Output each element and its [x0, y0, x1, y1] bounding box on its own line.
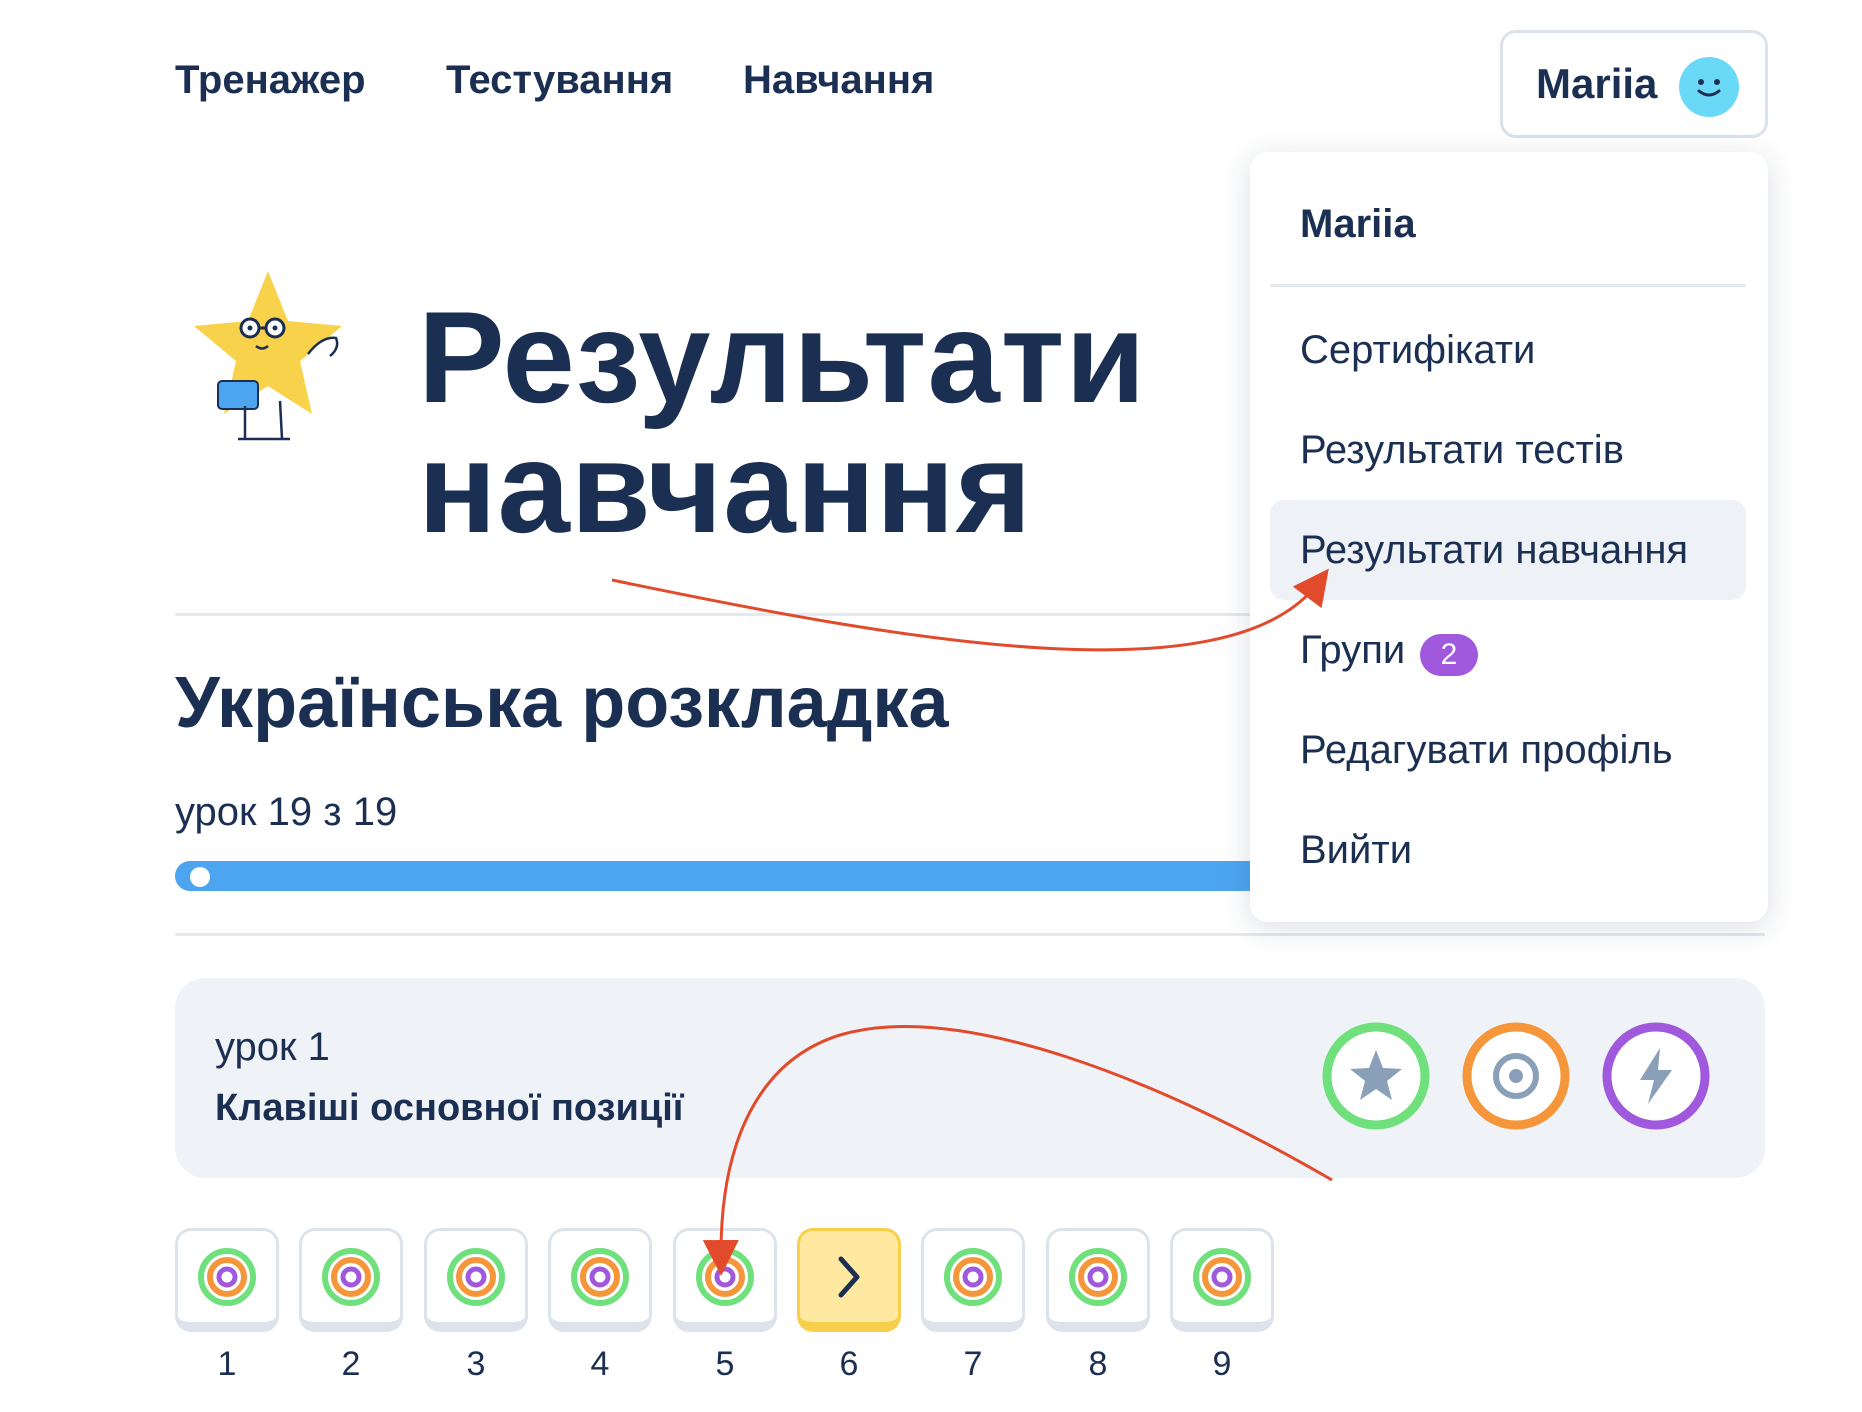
- nav-link-trainer[interactable]: Тренажер: [175, 58, 366, 103]
- exercise-number: 6: [839, 1345, 859, 1383]
- exercise-tile-1[interactable]: [175, 1228, 279, 1332]
- star-mascot-icon: [194, 271, 342, 441]
- lesson-name: Клавіші основної позиції: [215, 1087, 684, 1129]
- exercise-tile-6-current[interactable]: [797, 1228, 901, 1332]
- target-icon: [571, 1247, 629, 1306]
- smile-face-icon: [1679, 57, 1739, 117]
- target-icon: [447, 1247, 505, 1306]
- menu-item-edit-profile[interactable]: Редагувати профіль: [1300, 728, 1673, 773]
- exercise-number: 7: [963, 1345, 983, 1383]
- target-icon: [1069, 1247, 1127, 1306]
- exercise-tile-2[interactable]: [299, 1228, 403, 1332]
- menu-item-logout[interactable]: Вийти: [1300, 828, 1412, 873]
- target-icon: [1462, 1022, 1570, 1130]
- user-name: Mariia: [1536, 60, 1658, 107]
- target-icon: [322, 1247, 380, 1306]
- menu-item-learning-results[interactable]: Результати навчання: [1300, 528, 1688, 573]
- exercise-tile-9[interactable]: [1170, 1228, 1274, 1332]
- lesson-counter: урок 19 з 19: [175, 790, 398, 834]
- lightning-icon: [1602, 1022, 1710, 1130]
- target-icon: [198, 1247, 256, 1306]
- exercise-tile-4[interactable]: [548, 1228, 652, 1332]
- dropdown-user-name: Mariia: [1300, 202, 1416, 246]
- exercise-number: 3: [466, 1345, 486, 1383]
- nav-link-testing[interactable]: Тестування: [446, 58, 673, 103]
- exercise-number: 9: [1212, 1345, 1232, 1383]
- progress-knob: [190, 867, 210, 887]
- exercise-tile-8[interactable]: [1046, 1228, 1150, 1332]
- course-title: Українська розкладка: [175, 663, 949, 743]
- exercise-number: 1: [217, 1345, 237, 1383]
- groups-count-badge: 2: [1420, 634, 1478, 676]
- target-icon: [944, 1247, 1002, 1306]
- divider: [175, 933, 1765, 936]
- menu-item-certificates[interactable]: Сертифікати: [1300, 328, 1535, 373]
- exercise-tile-7[interactable]: [921, 1228, 1025, 1332]
- dropdown-divider: [1270, 284, 1746, 287]
- target-icon: [696, 1247, 754, 1306]
- exercise-number: 4: [590, 1345, 610, 1383]
- star-icon: [1322, 1022, 1430, 1130]
- nav-link-learning[interactable]: Навчання: [743, 58, 934, 103]
- exercise-tile-5[interactable]: [673, 1228, 777, 1332]
- exercise-number: 5: [715, 1345, 735, 1383]
- exercise-number: 2: [341, 1345, 361, 1383]
- exercise-number: 8: [1088, 1345, 1108, 1383]
- target-icon: [1193, 1247, 1251, 1306]
- page-title-line2: навчання: [418, 414, 1033, 560]
- page-title: Результати навчання: [418, 292, 1146, 552]
- lesson-number: урок 1: [215, 1025, 330, 1069]
- chevron-right-icon: [838, 1256, 860, 1297]
- exercise-tile-3[interactable]: [424, 1228, 528, 1332]
- user-menu-button[interactable]: Mariia: [1500, 30, 1768, 138]
- menu-item-test-results[interactable]: Результати тестів: [1300, 428, 1624, 473]
- menu-item-groups[interactable]: Групи: [1300, 628, 1405, 673]
- page-title-line1: Результати: [418, 284, 1147, 430]
